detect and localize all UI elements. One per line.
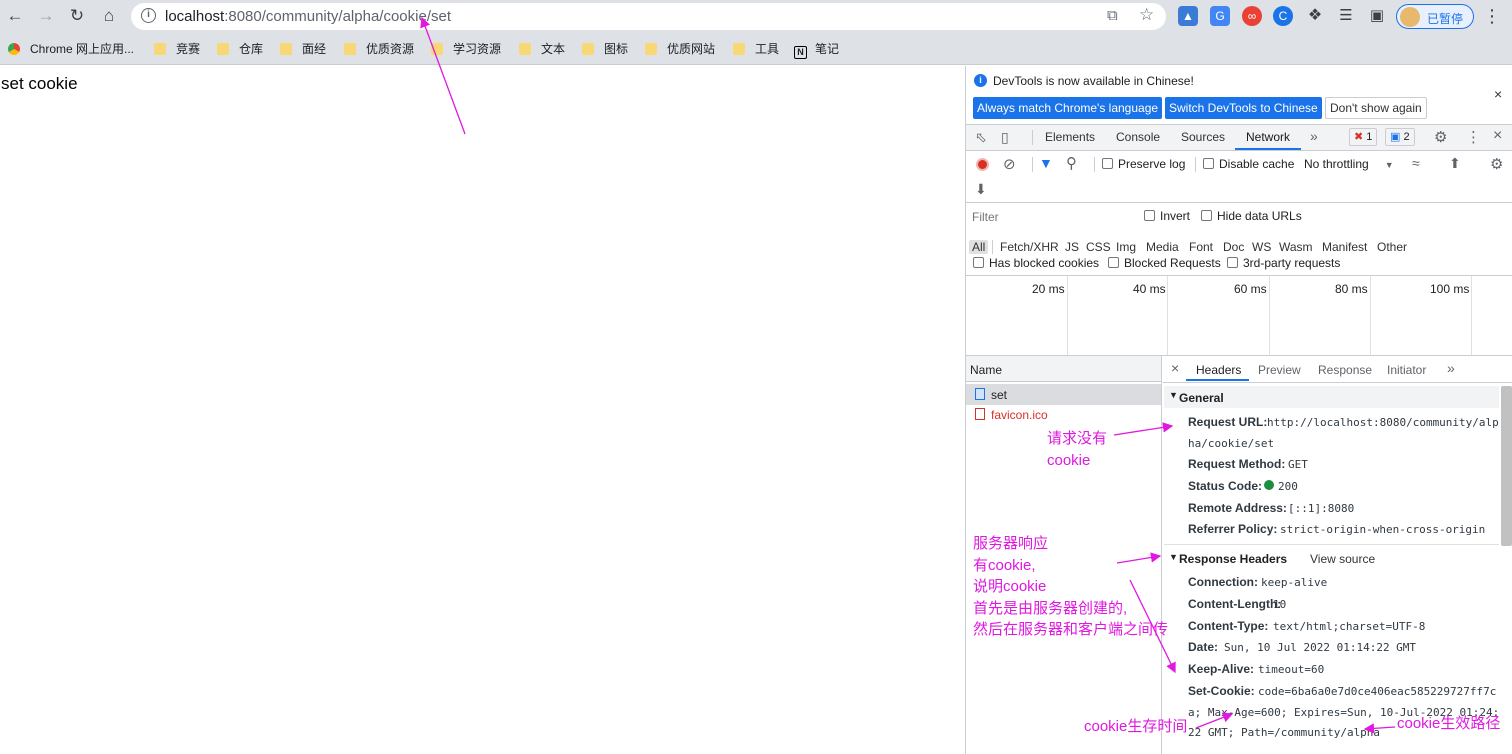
- annotation-cookie-path: cookie生效路径: [1397, 715, 1501, 732]
- annotation-server-note: 有cookie,: [973, 557, 1036, 574]
- arrow-to-response-headers: [1116, 552, 1162, 564]
- annotation-server-note: 然后在服务器和客户端之间传: [973, 621, 1169, 638]
- annotation-server-note: 说明cookie: [973, 578, 1047, 595]
- annotation-cookie-lifetime: cookie生存时间: [1084, 718, 1188, 735]
- arrow-to-url: [420, 16, 466, 135]
- annotation-request-no-cookie: cookie: [1047, 452, 1091, 469]
- annotation-server-note: 首先是由服务器创建的,: [973, 600, 1128, 617]
- arrow-to-path: [1363, 723, 1396, 734]
- arrow-to-request-url: [1113, 422, 1174, 436]
- annotation-server-note: 服务器响应: [973, 535, 1049, 552]
- annotation-request-no-cookie: 请求没有: [1047, 430, 1108, 447]
- annotation-arrows: [420, 16, 1396, 734]
- arrow-to-max-age: [1195, 712, 1234, 729]
